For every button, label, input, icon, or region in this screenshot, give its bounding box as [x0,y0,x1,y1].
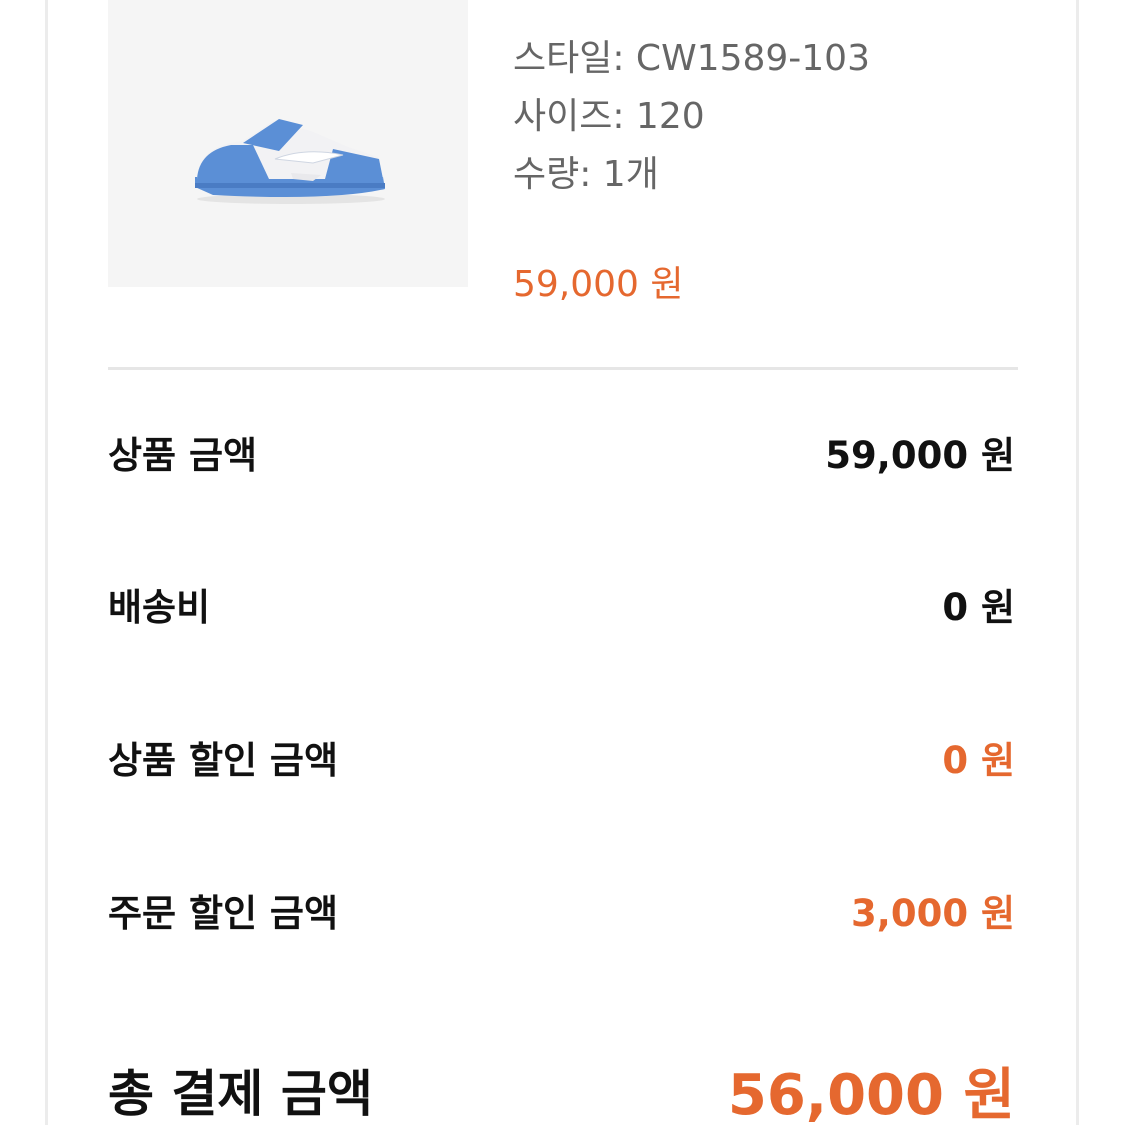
frame-left-border [45,0,48,1125]
frame-right-border [1076,0,1079,1125]
sneaker-icon [195,119,385,204]
order-discount-label: 주문 할인 금액 [108,892,339,935]
summary-row-shipping: 배송비 0 원 [108,574,1015,634]
product-size: 사이즈: 120 [513,96,705,137]
product-price: 59,000 원 [513,264,684,305]
product-quantity: 수량: 1개 [513,154,659,195]
order-discount-value: 3,000 원 [851,892,1015,935]
order-product-item: 스타일: CW1589-103 사이즈: 120 수량: 1개 59,000 원 [108,0,1018,305]
shipping-fee-label: 배송비 [108,586,211,629]
summary-row-product-discount: 상품 할인 금액 0 원 [108,727,1015,787]
summary-total: 총 결제 금액 56,000 원 [108,1050,1015,1125]
product-style: 스타일: CW1589-103 [513,38,870,79]
summary-row-order-discount: 주문 할인 금액 3,000 원 [108,880,1015,940]
product-discount-label: 상품 할인 금액 [108,739,339,782]
section-divider [108,367,1018,370]
shipping-fee-value: 0 원 [942,586,1015,629]
product-amount-value: 59,000 원 [825,434,1015,477]
total-payment-value: 56,000 원 [727,1062,1015,1125]
summary-row-product-amount: 상품 금액 59,000 원 [108,422,1015,482]
total-payment-label: 총 결제 금액 [108,1065,373,1123]
product-meta: 스타일: CW1589-103 사이즈: 120 수량: 1개 [513,30,870,204]
product-discount-value: 0 원 [942,739,1015,782]
product-amount-label: 상품 금액 [108,434,258,477]
product-thumbnail[interactable] [108,0,468,287]
